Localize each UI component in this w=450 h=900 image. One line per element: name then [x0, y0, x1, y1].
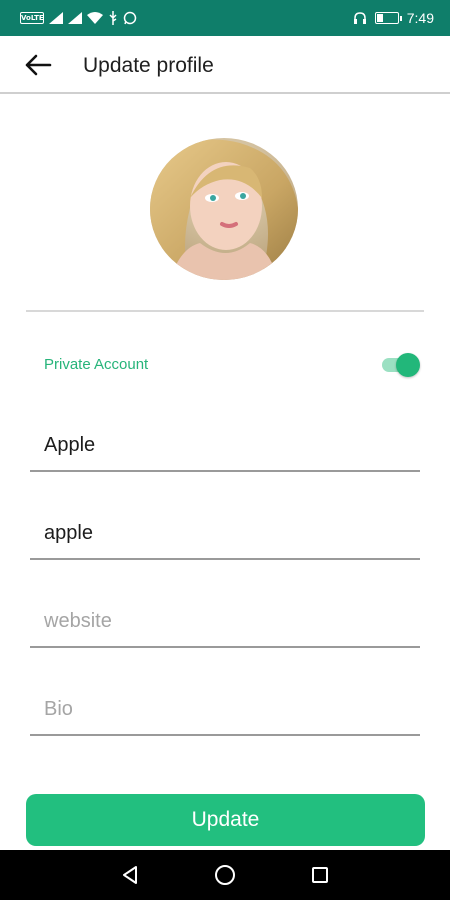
website-field[interactable] — [30, 604, 420, 648]
signal-icon — [49, 12, 63, 24]
status-bar: VoLTE 7:49 — [0, 0, 450, 36]
signal-icon — [68, 12, 82, 24]
nav-home-button[interactable] — [211, 862, 239, 888]
wifi-icon — [87, 12, 103, 24]
app-bar: Update profile — [0, 36, 450, 94]
toggle-thumb — [396, 353, 420, 377]
nav-back-button[interactable] — [116, 862, 144, 888]
volte-icon: VoLTE — [20, 12, 44, 24]
name-field[interactable] — [30, 428, 420, 472]
nav-recents-button[interactable] — [306, 862, 334, 888]
recents-square-icon — [312, 867, 328, 883]
status-bar-left: VoLTE — [20, 9, 137, 27]
bio-field[interactable] — [30, 692, 420, 736]
username-field[interactable] — [30, 516, 420, 560]
avatar[interactable] — [150, 138, 298, 280]
private-account-label: Private Account — [44, 356, 149, 373]
battery-icon — [374, 12, 402, 24]
status-bar-right: 7:49 — [353, 9, 434, 27]
private-account-toggle[interactable] — [380, 352, 422, 378]
update-button[interactable]: Update — [26, 794, 425, 846]
back-triangle-icon — [123, 866, 137, 884]
profile-photo — [150, 138, 298, 280]
page-title: Update profile — [83, 54, 214, 77]
arrow-left-icon — [25, 54, 52, 76]
usb-icon — [108, 11, 118, 25]
battery-level — [376, 14, 384, 22]
home-circle-icon — [215, 865, 235, 885]
whatsapp-icon — [123, 11, 137, 25]
divider — [26, 310, 424, 312]
system-nav-bar — [0, 850, 450, 900]
clock: 7:49 — [406, 10, 434, 26]
headset-icon — [353, 11, 367, 25]
back-button[interactable] — [20, 50, 56, 80]
